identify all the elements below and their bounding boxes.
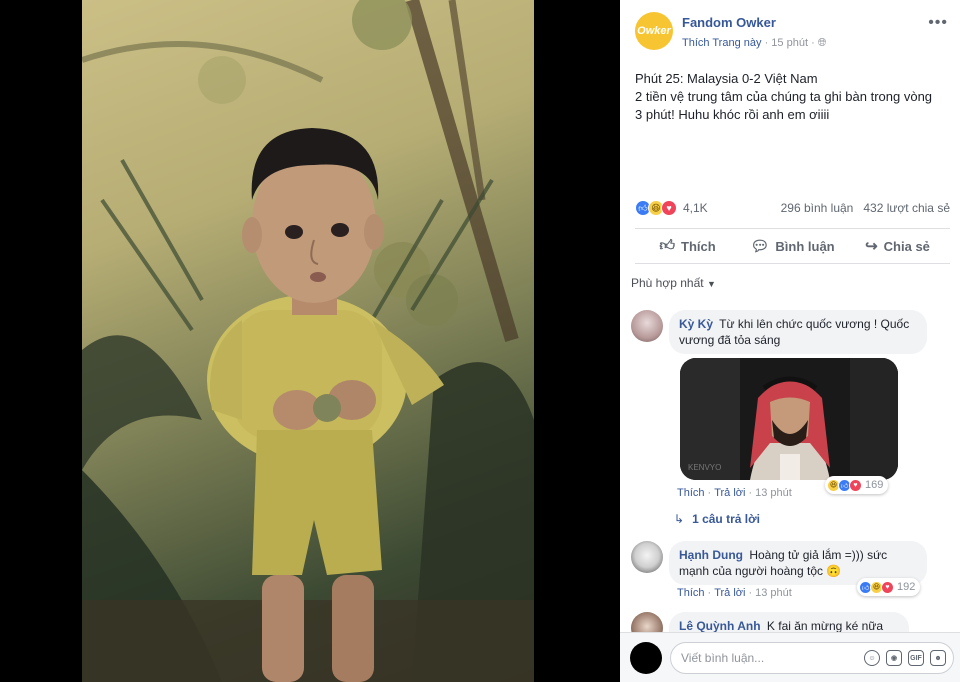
child-photo-illustration: [82, 0, 534, 682]
like-button-label: Thích: [681, 238, 716, 254]
comment-reaction-count: 169: [865, 479, 884, 491]
comments-count[interactable]: 296 bình luận: [781, 201, 854, 215]
like-page-link[interactable]: Thích Trang này: [682, 37, 762, 49]
page-name-link[interactable]: Fandom Owker: [682, 15, 776, 30]
separator: ·: [707, 487, 712, 499]
comment-time[interactable]: 13 phút: [755, 587, 792, 599]
prince-photo-illustration: KENVYO: [680, 358, 898, 480]
post-time[interactable]: 15 phút: [771, 37, 808, 49]
composer-tools: ☺ ◉ GIF ☻: [864, 650, 946, 666]
reaction-icons[interactable]: 👍︎ 😆︎ ♥: [635, 200, 677, 216]
sticker-icon[interactable]: ☻: [930, 650, 946, 666]
separator: ·: [707, 587, 712, 599]
gif-icon[interactable]: GIF: [908, 650, 924, 666]
reply-arrow-icon: ↳: [674, 512, 685, 526]
comment-bubble: Kỳ Kỳ Từ khi lên chức quốc vương ! Quốc …: [669, 310, 927, 354]
post-side-panel: Owker Fandom Owker Thích Trang này · 15 …: [620, 0, 960, 682]
replies-count: 1 câu trả lời: [692, 512, 760, 526]
comment-composer: Viết bình luận... ☺ ◉ GIF ☻: [620, 632, 960, 682]
comment-reactions[interactable]: 👍︎ 😆︎ ♥ 192: [857, 578, 921, 596]
comment-text-cont: mạnh của người hoàng tộc 🙃: [679, 564, 842, 578]
post-action-bar: 👍︎ Thích 💬︎ Bình luận ↪ Chia sẻ: [635, 228, 950, 264]
comment-actions: Thích · Trả lời · 13 phút: [677, 587, 792, 599]
comment-text: Hoàng tử giả lắm =))) sức: [749, 548, 888, 562]
photo-viewer: [0, 0, 620, 682]
comment-icon: 💬︎: [750, 238, 770, 255]
post-text-line: Phút 25: Malaysia 0-2 Việt Nam: [635, 71, 818, 86]
love-reaction-icon: ♥: [661, 200, 677, 216]
comment-photo[interactable]: KENVYO: [680, 358, 898, 480]
reactions-summary: 👍︎ 😆︎ ♥ 4,1K 296 bình luận 432 lượt chia…: [635, 198, 950, 218]
share-button[interactable]: ↪ Chia sẻ: [845, 229, 950, 263]
emoji-icon[interactable]: ☺: [864, 650, 880, 666]
comment-button-label: Bình luận: [775, 238, 835, 254]
post-header: Owker Fandom Owker Thích Trang này · 15 …: [635, 12, 950, 56]
share-arrow-icon: ↪: [865, 238, 878, 255]
comment-author[interactable]: Hạnh Dung: [679, 548, 743, 562]
thumbs-up-icon: 👍︎: [659, 237, 675, 254]
page-avatar[interactable]: Owker: [635, 12, 673, 50]
comment-text: Từ khi lên chức quốc vương ! Quốc: [719, 317, 910, 331]
meta-separator: ·: [764, 37, 769, 49]
comment-reactions[interactable]: 😆︎ 👍︎ ♥ 169: [825, 476, 889, 494]
comment-item: Hạnh Dung Hoàng tử giả lắm =))) sức mạnh…: [631, 541, 951, 611]
comment-author[interactable]: Kỳ Kỳ: [679, 317, 713, 331]
sort-label: Phù hợp nhất: [631, 276, 704, 290]
love-reaction-icon: ♥: [849, 478, 862, 492]
post-text-line: 3 phút! Huhu khóc rồi anh em ơiiii: [635, 107, 830, 122]
comment-button[interactable]: 💬︎ Bình luận: [740, 229, 845, 263]
user-avatar: [630, 642, 662, 674]
chevron-down-icon: ▼: [706, 279, 716, 289]
share-button-label: Chia sẻ: [883, 238, 930, 254]
separator: ·: [748, 587, 753, 599]
comment-reply-link[interactable]: Trả lời: [714, 487, 745, 499]
comment-reaction-count: 192: [897, 581, 916, 593]
image-watermark: KENVYO: [688, 463, 721, 472]
post-text-line: 2 tiền vệ trung tâm của chúng ta ghi bàn…: [635, 89, 933, 104]
reaction-count[interactable]: 4,1K: [683, 201, 708, 215]
comment-like-link[interactable]: Thích: [677, 587, 705, 599]
engagement-stats: 296 bình luận 432 lượt chia sẻ: [781, 201, 950, 215]
post-photo[interactable]: [82, 0, 534, 682]
more-options-icon[interactable]: •••: [928, 14, 948, 32]
love-reaction-icon: ♥: [881, 580, 894, 594]
commenter-avatar[interactable]: [631, 310, 663, 342]
view-replies-link[interactable]: ↳ 1 câu trả lời: [674, 512, 760, 526]
shares-count[interactable]: 432 lượt chia sẻ: [863, 201, 950, 215]
comment-author[interactable]: Lê Quỳnh Anh: [679, 619, 761, 633]
commenter-avatar[interactable]: [631, 541, 663, 573]
camera-icon[interactable]: ◉: [886, 650, 902, 666]
meta-separator-2: ·: [811, 37, 815, 49]
like-button[interactable]: 👍︎ Thích: [635, 229, 740, 263]
comment-text-cont: vương đã tỏa sáng: [679, 333, 781, 347]
comment-time[interactable]: 13 phút: [755, 487, 792, 499]
comment-item: Kỳ Kỳ Từ khi lên chức quốc vương ! Quốc …: [631, 310, 951, 510]
separator: ·: [748, 487, 753, 499]
comment-sort-dropdown[interactable]: Phù hợp nhất ▼: [631, 276, 716, 290]
globe-icon: 🌐︎: [817, 37, 827, 49]
comment-actions: Thích · Trả lời · 13 phút: [677, 487, 792, 499]
comment-reply-link[interactable]: Trả lời: [714, 587, 745, 599]
comment-like-link[interactable]: Thích: [677, 487, 705, 499]
post-message: Phút 25: Malaysia 0-2 Việt Nam 2 tiền vệ…: [635, 70, 950, 124]
post-meta: Thích Trang này · 15 phút · 🌐︎: [682, 37, 827, 50]
